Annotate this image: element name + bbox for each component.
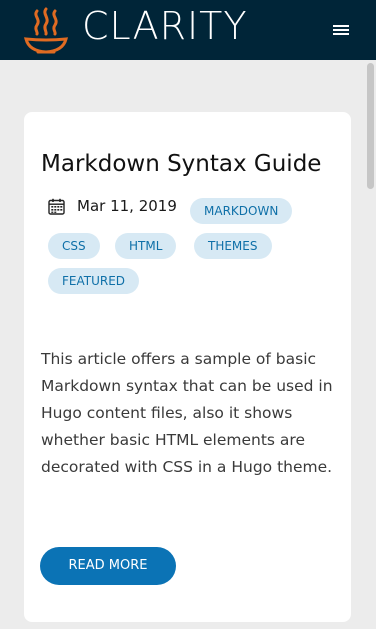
top-navigation-bar: CLARITY [0, 0, 376, 60]
post-title[interactable]: Markdown Syntax Guide [41, 148, 341, 180]
site-logo-link[interactable] [23, 5, 69, 55]
post-card: Markdown Syntax Guide Mar 11, 2019 MARKD… [24, 112, 351, 622]
hamburger-line [333, 29, 349, 31]
calendar-icon [48, 198, 65, 215]
tag-html[interactable]: HTML [115, 233, 177, 259]
hamburger-line [333, 25, 349, 27]
tag-featured[interactable]: FEATURED [48, 268, 140, 294]
tag-css[interactable]: CSS [48, 233, 100, 259]
tag-markdown[interactable]: MARKDOWN [190, 198, 293, 224]
site-brand-name[interactable]: CLARITY [82, 2, 248, 50]
scrollbar-thumb[interactable] [367, 63, 374, 189]
read-more-button[interactable]: READ MORE [40, 547, 176, 585]
hamburger-line [333, 33, 349, 35]
tag-themes[interactable]: THEMES [194, 233, 272, 259]
page-viewport: CLARITY Markdown Syntax Guide Mar 11, 20… [0, 0, 376, 629]
post-date: Mar 11, 2019 [77, 197, 177, 215]
steaming-bowl-icon [24, 7, 68, 54]
hamburger-menu-icon[interactable] [331, 22, 353, 38]
post-excerpt: This article offers a sample of basic Ma… [41, 350, 333, 476]
